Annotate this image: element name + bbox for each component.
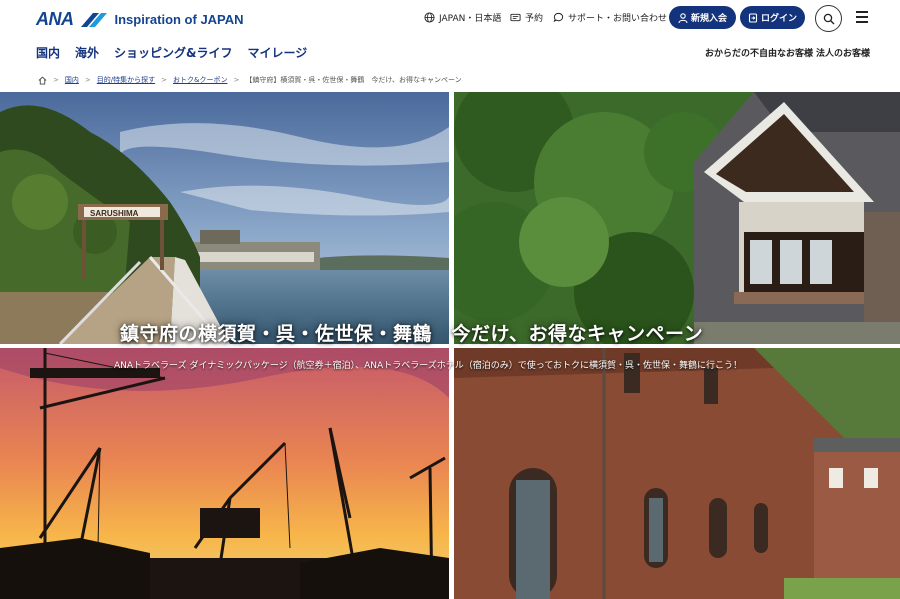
language-selector[interactable]: JAPAN・日本語	[424, 11, 501, 24]
ana-logo[interactable]: ANA Inspiration of JAPAN	[36, 9, 244, 30]
hero-banner: SARUSHIMA 鎮守府の横須賀・呉・佐世保・舞鶴 今だけ、お得なキャンペーン…	[0, 92, 900, 599]
booking-link[interactable]: 予約	[510, 11, 543, 24]
breadcrumb-separator: >	[53, 76, 59, 84]
globe-icon	[424, 12, 435, 23]
photo-shipyard-cranes-sunset	[0, 348, 449, 599]
home-icon[interactable]	[38, 75, 47, 85]
support-link[interactable]: サポート・お問い合わせ	[553, 11, 667, 24]
gnav-shopping-life[interactable]: ショッピング&ライフ	[114, 44, 232, 61]
breadcrumb-current: 【鎮守府】横須賀・呉・佐世保・舞鶴 今だけ、お得なキャンペーン	[245, 76, 462, 84]
language-label: JAPAN・日本語	[439, 14, 502, 24]
login-label: ログイン	[760, 14, 797, 24]
breadcrumb-separator: >	[84, 76, 91, 84]
gnav-international[interactable]: 海外	[75, 44, 99, 61]
ticket-icon	[510, 13, 521, 22]
hero-title: 鎮守府の横須賀・呉・佐世保・舞鶴 今だけ、お得なキャンペーン	[120, 323, 704, 345]
global-nav: 国内 海外 ショッピング&ライフ マイレージ	[36, 44, 322, 61]
photo-historic-building	[454, 92, 900, 344]
accessibility-link[interactable]: おからだの不自由なお客様	[705, 46, 813, 59]
hero-subtitle: ANAトラベラーズ ダイナミックパッケージ（航空券＋宿泊）、ANAトラベラーズホ…	[114, 361, 743, 371]
login-icon	[748, 12, 758, 23]
breadcrumb-item[interactable]: 目的/特集から探す	[97, 75, 155, 85]
join-button[interactable]: 新規入会	[669, 6, 736, 29]
user-icon	[678, 12, 688, 23]
site-header: ANA Inspiration of JAPAN JAPAN・日本語 予約 サポ…	[0, 0, 900, 92]
ana-logo-mark-icon	[80, 12, 107, 27]
chat-icon	[553, 12, 564, 23]
sarushima-sign-text: SARUSHIMA	[90, 209, 139, 218]
logo-wordmark: ANA	[36, 9, 74, 29]
search-icon	[823, 13, 834, 24]
support-label: サポート・お問い合わせ	[568, 14, 668, 24]
site-tagline: Inspiration of JAPAN	[114, 12, 244, 27]
breadcrumb-separator: >	[233, 76, 240, 84]
join-label: 新規入会	[690, 14, 727, 24]
menu-bar	[856, 11, 868, 13]
breadcrumb-item[interactable]: 国内	[65, 75, 79, 85]
login-button[interactable]: ログイン	[740, 6, 805, 29]
hamburger-menu-icon[interactable]	[856, 11, 868, 23]
gnav-mileage[interactable]: マイレージ	[248, 44, 308, 61]
breadcrumb: > 国内 > 目的/特集から探す > おトク&クーポン > 【鎮守府】横須賀・呉…	[38, 75, 462, 85]
booking-label: 予約	[525, 14, 544, 24]
menu-bar	[856, 21, 868, 23]
corporate-link[interactable]: 法人のお客様	[816, 46, 870, 59]
breadcrumb-separator: >	[161, 76, 167, 84]
menu-bar	[856, 16, 868, 18]
photo-sarushima-bridge: SARUSHIMA	[0, 92, 449, 344]
search-button[interactable]	[815, 5, 842, 32]
gnav-domestic[interactable]: 国内	[36, 44, 60, 61]
breadcrumb-item[interactable]: おトク&クーポン	[173, 75, 227, 85]
photo-red-brick-warehouse	[454, 348, 900, 599]
